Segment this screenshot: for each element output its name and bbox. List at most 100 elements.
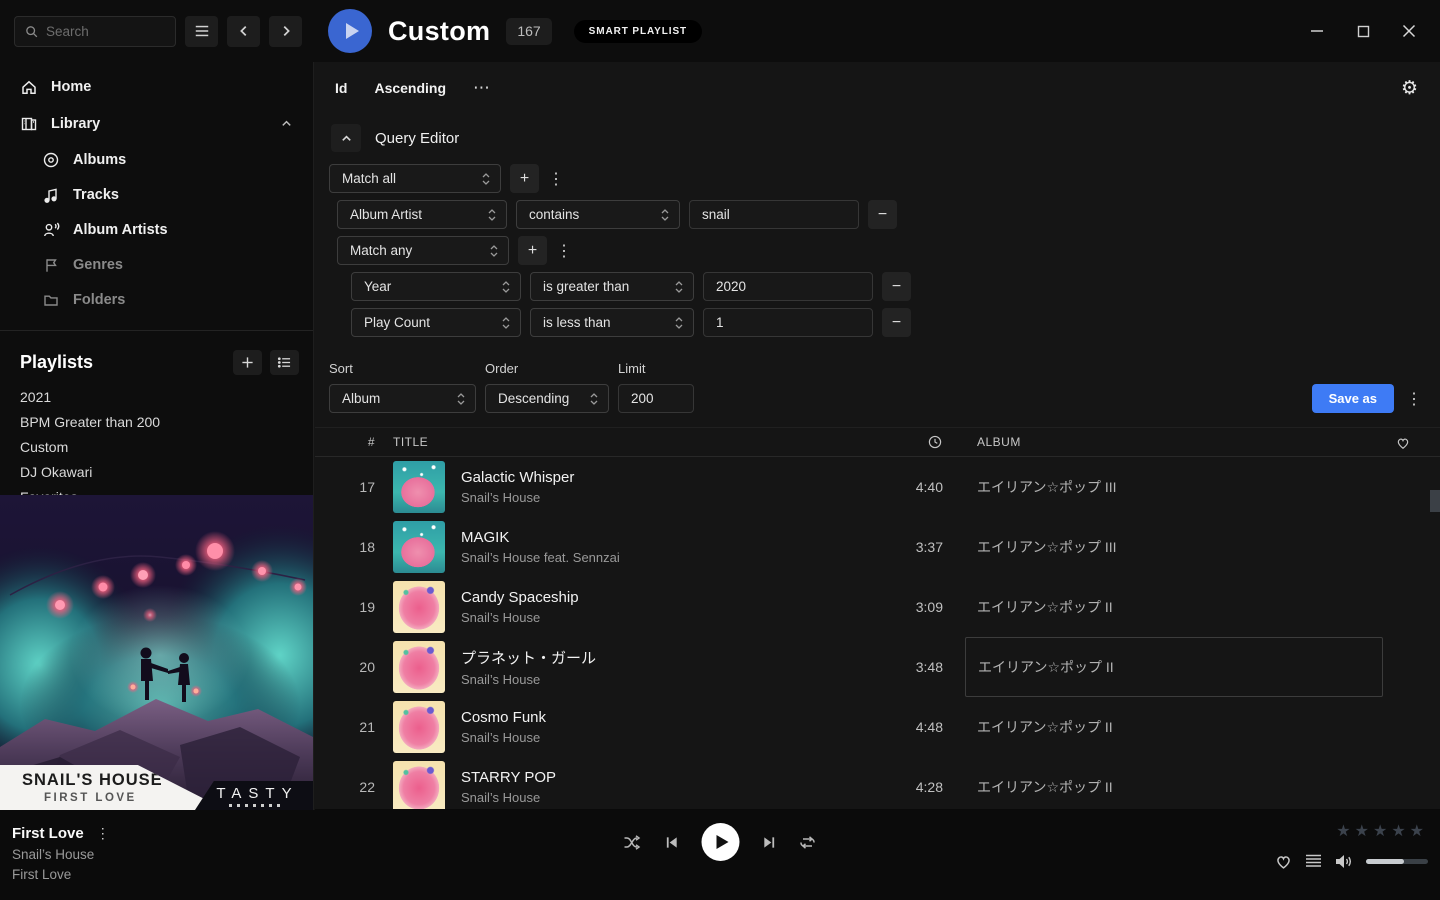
rule-value-input[interactable] (703, 272, 873, 301)
playlist-item[interactable]: DJ Okawari (0, 459, 313, 484)
playlist-item[interactable]: BPM Greater than 200 (0, 409, 313, 434)
header-album[interactable]: ALBUM (965, 435, 1383, 449)
favorite-button[interactable] (1274, 852, 1293, 870)
track-album[interactable]: エイリアン☆ポップ III (965, 517, 1383, 577)
track-album[interactable]: エイリアン☆ポップ III (965, 457, 1383, 517)
sidebar-item-library[interactable]: Library (0, 105, 313, 142)
add-rule-button[interactable]: + (510, 164, 539, 193)
sort-select[interactable]: Album (329, 384, 476, 413)
maximize-button[interactable] (1355, 23, 1371, 39)
collapse-query-editor-button[interactable] (331, 124, 361, 152)
forward-button[interactable] (269, 16, 302, 47)
table-row[interactable]: 21Cosmo FunkSnail’s House4:48エイリアン☆ポップ I… (315, 697, 1440, 757)
chevron-up-icon[interactable] (280, 117, 293, 130)
track-title[interactable]: プラネット・ガール (461, 647, 596, 668)
track-title[interactable]: MAGIK (461, 529, 620, 546)
minimize-button[interactable] (1309, 23, 1325, 39)
now-playing-album[interactable]: First Love (12, 867, 110, 882)
star-icon[interactable]: ★ (1410, 821, 1425, 841)
remove-rule-button[interactable]: − (882, 272, 911, 301)
save-options-kebab[interactable]: ⋮ (1406, 384, 1422, 413)
rule-value-input[interactable] (703, 308, 873, 337)
album-art-thumbnail[interactable] (393, 581, 445, 633)
playlist-item[interactable]: Custom (0, 434, 313, 459)
header-title[interactable]: TITLE (375, 435, 875, 449)
save-as-button[interactable]: Save as (1312, 384, 1394, 413)
table-row[interactable]: 17Galactic WhisperSnail’s House4:40エイリアン… (315, 457, 1440, 517)
volume-slider[interactable] (1366, 859, 1428, 864)
track-title[interactable]: STARRY POP (461, 769, 556, 786)
rating-stars[interactable]: ★★★★★ (1336, 821, 1425, 841)
now-playing-artist[interactable]: Snail’s House (12, 847, 110, 862)
remove-rule-button[interactable]: − (868, 200, 897, 229)
rule-field-select[interactable]: Play Count (351, 308, 521, 337)
track-title[interactable]: Galactic Whisper (461, 469, 574, 486)
album-art-thumbnail[interactable] (393, 701, 445, 753)
play-playlist-button[interactable] (328, 9, 372, 53)
limit-input[interactable] (618, 384, 694, 413)
order-select[interactable]: Descending (485, 384, 609, 413)
sidebar-item-albums[interactable]: Albums (0, 142, 313, 177)
rule-group-kebab[interactable]: ⋮ (556, 241, 572, 261)
header-favorite[interactable] (1383, 435, 1440, 450)
playlist-list-view-button[interactable] (270, 350, 299, 375)
add-rule-button[interactable]: + (518, 236, 547, 265)
scrollbar-thumb[interactable] (1430, 490, 1440, 512)
queue-button[interactable] (1305, 854, 1322, 868)
track-title[interactable]: Candy Spaceship (461, 589, 579, 606)
table-row[interactable]: 22STARRY POPSnail’s House4:28エイリアン☆ポップ I… (315, 757, 1440, 810)
album-art-thumbnail[interactable] (393, 521, 445, 573)
track-artist[interactable]: Snail’s House (461, 730, 546, 745)
track-album[interactable]: エイリアン☆ポップ II (965, 577, 1383, 637)
rule-value-input[interactable] (689, 200, 859, 229)
remove-rule-button[interactable]: − (882, 308, 911, 337)
rule-group-kebab[interactable]: ⋮ (548, 169, 564, 189)
now-playing-kebab[interactable]: ⋮ (96, 825, 110, 842)
album-art-thumbnail[interactable] (393, 641, 445, 693)
rule-operator-select[interactable]: is greater than (530, 272, 694, 301)
star-icon[interactable]: ★ (1355, 821, 1370, 841)
sort-direction-button[interactable]: Ascending (374, 80, 446, 96)
sidebar-item-folders[interactable]: Folders (0, 282, 313, 317)
track-album[interactable]: エイリアン☆ポップ II (965, 637, 1383, 697)
rule-operator-select[interactable]: is less than (530, 308, 694, 337)
table-row[interactable]: 20プラネット・ガールSnail’s House3:48エイリアン☆ポップ II (315, 637, 1440, 697)
sidebar-item-tracks[interactable]: Tracks (0, 177, 313, 212)
settings-gear-icon[interactable]: ⚙ (1401, 79, 1418, 98)
sort-field-button[interactable]: Id (335, 80, 347, 96)
album-art-thumbnail[interactable] (393, 761, 445, 810)
track-artist[interactable]: Snail’s House (461, 672, 596, 687)
search-input[interactable] (46, 24, 166, 39)
match-type-select[interactable]: Match all (329, 164, 501, 193)
close-button[interactable] (1401, 23, 1417, 39)
sidebar-item-genres[interactable]: Genres (0, 247, 313, 282)
previous-button[interactable] (665, 835, 680, 850)
playlist-item[interactable]: 2021 (0, 384, 313, 409)
volume-button[interactable] (1334, 853, 1354, 870)
track-title[interactable]: Cosmo Funk (461, 709, 546, 726)
now-playing-title[interactable]: First Love (12, 825, 84, 842)
more-options-button[interactable]: ⋯ (473, 78, 491, 98)
rule-field-select[interactable]: Year (351, 272, 521, 301)
sidebar-item-home[interactable]: Home (0, 68, 313, 105)
search-box[interactable] (14, 16, 176, 47)
track-artist[interactable]: Snail’s House (461, 790, 556, 805)
rule-field-select[interactable]: Album Artist (337, 200, 507, 229)
star-icon[interactable]: ★ (1391, 821, 1406, 841)
rule-operator-select[interactable]: contains (516, 200, 680, 229)
back-button[interactable] (227, 16, 260, 47)
star-icon[interactable]: ★ (1373, 821, 1388, 841)
header-duration[interactable] (875, 434, 943, 450)
track-artist[interactable]: Snail’s House feat. Sennzai (461, 550, 620, 565)
track-album[interactable]: エイリアン☆ポップ II (965, 757, 1383, 810)
next-button[interactable] (762, 835, 777, 850)
star-icon[interactable]: ★ (1336, 821, 1351, 841)
match-type-select[interactable]: Match any (337, 236, 509, 265)
table-row[interactable]: 19Candy SpaceshipSnail’s House3:09エイリアン☆… (315, 577, 1440, 637)
play-pause-button[interactable] (702, 823, 740, 861)
track-album[interactable]: エイリアン☆ポップ II (965, 697, 1383, 757)
menu-button[interactable] (185, 16, 218, 47)
header-number[interactable]: # (315, 435, 375, 449)
album-art-thumbnail[interactable] (393, 461, 445, 513)
shuffle-button[interactable] (624, 835, 643, 850)
